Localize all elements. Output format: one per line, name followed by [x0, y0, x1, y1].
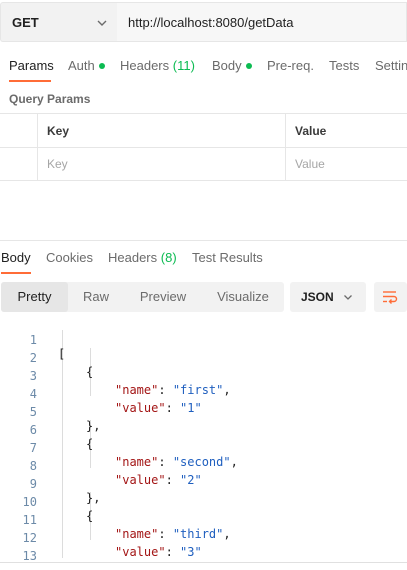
code-line: 13 } — [0, 533, 407, 562]
key-input[interactable]: Key — [38, 148, 285, 181]
code-line: 4 "value": "1" — [0, 371, 407, 415]
query-params-title: Query Params — [9, 92, 91, 106]
view-mode-visualize[interactable]: Visualize — [202, 282, 284, 312]
active-tab-underline — [9, 80, 51, 82]
active-tab-underline — [1, 272, 31, 274]
wrap-lines-button[interactable] — [374, 282, 407, 312]
query-params-table: Key Value Key Value — [0, 113, 407, 181]
tab-tests[interactable]: Tests — [329, 58, 359, 80]
request-tabs: Params Auth Headers (11) Body Pre-req. T… — [0, 52, 407, 82]
tab-response-headers-label: Headers — [108, 250, 158, 265]
tab-prereq-label: Pre-req. — [267, 58, 314, 73]
tab-response-body[interactable]: Body — [1, 250, 31, 274]
tab-headers[interactable]: Headers (11) — [120, 58, 195, 80]
tab-params-label: Params — [9, 58, 54, 73]
code-line: 7 "name": "second", — [0, 425, 407, 469]
view-mode-pretty[interactable]: Pretty — [1, 282, 68, 312]
tab-cookies-label: Cookies — [46, 250, 93, 265]
code-line: 3 "name": "first", — [0, 353, 407, 397]
tab-response-body-label: Body — [1, 250, 31, 265]
url-text: http://localhost:8080/getData — [128, 15, 294, 30]
tab-test-results[interactable]: Test Results — [192, 250, 263, 272]
code-line: 14 ] — [0, 551, 407, 562]
format-select[interactable]: JSON — [290, 282, 366, 312]
code-line: 11 "name": "third", — [0, 497, 407, 541]
tab-tests-label: Tests — [329, 58, 360, 73]
code-line: 12 "value": "3" — [0, 515, 407, 559]
method-label: GET — [12, 15, 39, 30]
tab-auth-label: Auth — [68, 58, 95, 73]
code-line: 1 [ — [0, 317, 407, 361]
view-mode-selector: Pretty Raw Preview Visualize — [1, 282, 284, 312]
response-divider — [0, 240, 407, 241]
code-line: 9 }, — [0, 461, 407, 505]
tab-body[interactable]: Body — [212, 58, 252, 80]
key-placeholder: Key — [47, 157, 68, 171]
code-line: 2 { — [0, 335, 407, 379]
table-row: Key Value — [0, 148, 407, 182]
code-line: 5 }, — [0, 389, 407, 433]
wrap-lines-icon — [383, 291, 398, 304]
code-line: 6 { — [0, 407, 407, 451]
tab-headers-label: Headers — [120, 58, 170, 73]
status-dot-icon — [245, 62, 252, 69]
tab-cookies[interactable]: Cookies — [46, 250, 93, 272]
chevron-down-icon — [344, 295, 352, 300]
tab-auth[interactable]: Auth — [68, 58, 105, 80]
tab-response-headers-count: (8) — [160, 250, 177, 265]
column-header-key: Key — [47, 124, 70, 138]
view-mode-raw[interactable]: Raw — [68, 282, 124, 312]
response-body-code[interactable]: 1 [ 2 { 3 "name": "first", 4 "value": "1… — [0, 316, 407, 562]
value-input[interactable]: Value — [286, 148, 407, 181]
column-header-value: Value — [295, 124, 327, 138]
value-placeholder: Value — [295, 157, 325, 171]
table-header-row: Key Value — [0, 114, 407, 148]
code-line: 10 { — [0, 479, 407, 523]
tab-body-label: Body — [212, 58, 242, 73]
status-dot-icon — [98, 62, 105, 69]
method-select[interactable]: GET — [0, 2, 117, 42]
request-url-bar: GET http://localhost:8080/getData — [0, 0, 407, 46]
tab-params[interactable]: Params — [9, 58, 54, 82]
chevron-down-icon — [97, 20, 107, 26]
tab-settings[interactable]: Settin — [375, 58, 407, 80]
tab-prereq[interactable]: Pre-req. — [267, 58, 314, 80]
tab-response-headers[interactable]: Headers (8) — [108, 250, 177, 272]
tab-headers-count: (11) — [172, 58, 195, 73]
tab-settings-label: Settin — [375, 58, 407, 73]
response-tabs: Body Cookies Headers (8) Test Results — [0, 244, 407, 274]
tab-test-results-label: Test Results — [192, 250, 263, 265]
format-label: JSON — [301, 290, 334, 304]
url-input[interactable]: http://localhost:8080/getData — [117, 2, 407, 42]
view-mode-preview[interactable]: Preview — [124, 282, 202, 312]
panel-bottom-border — [0, 562, 407, 563]
code-line: 8 "value": "2" — [0, 443, 407, 487]
